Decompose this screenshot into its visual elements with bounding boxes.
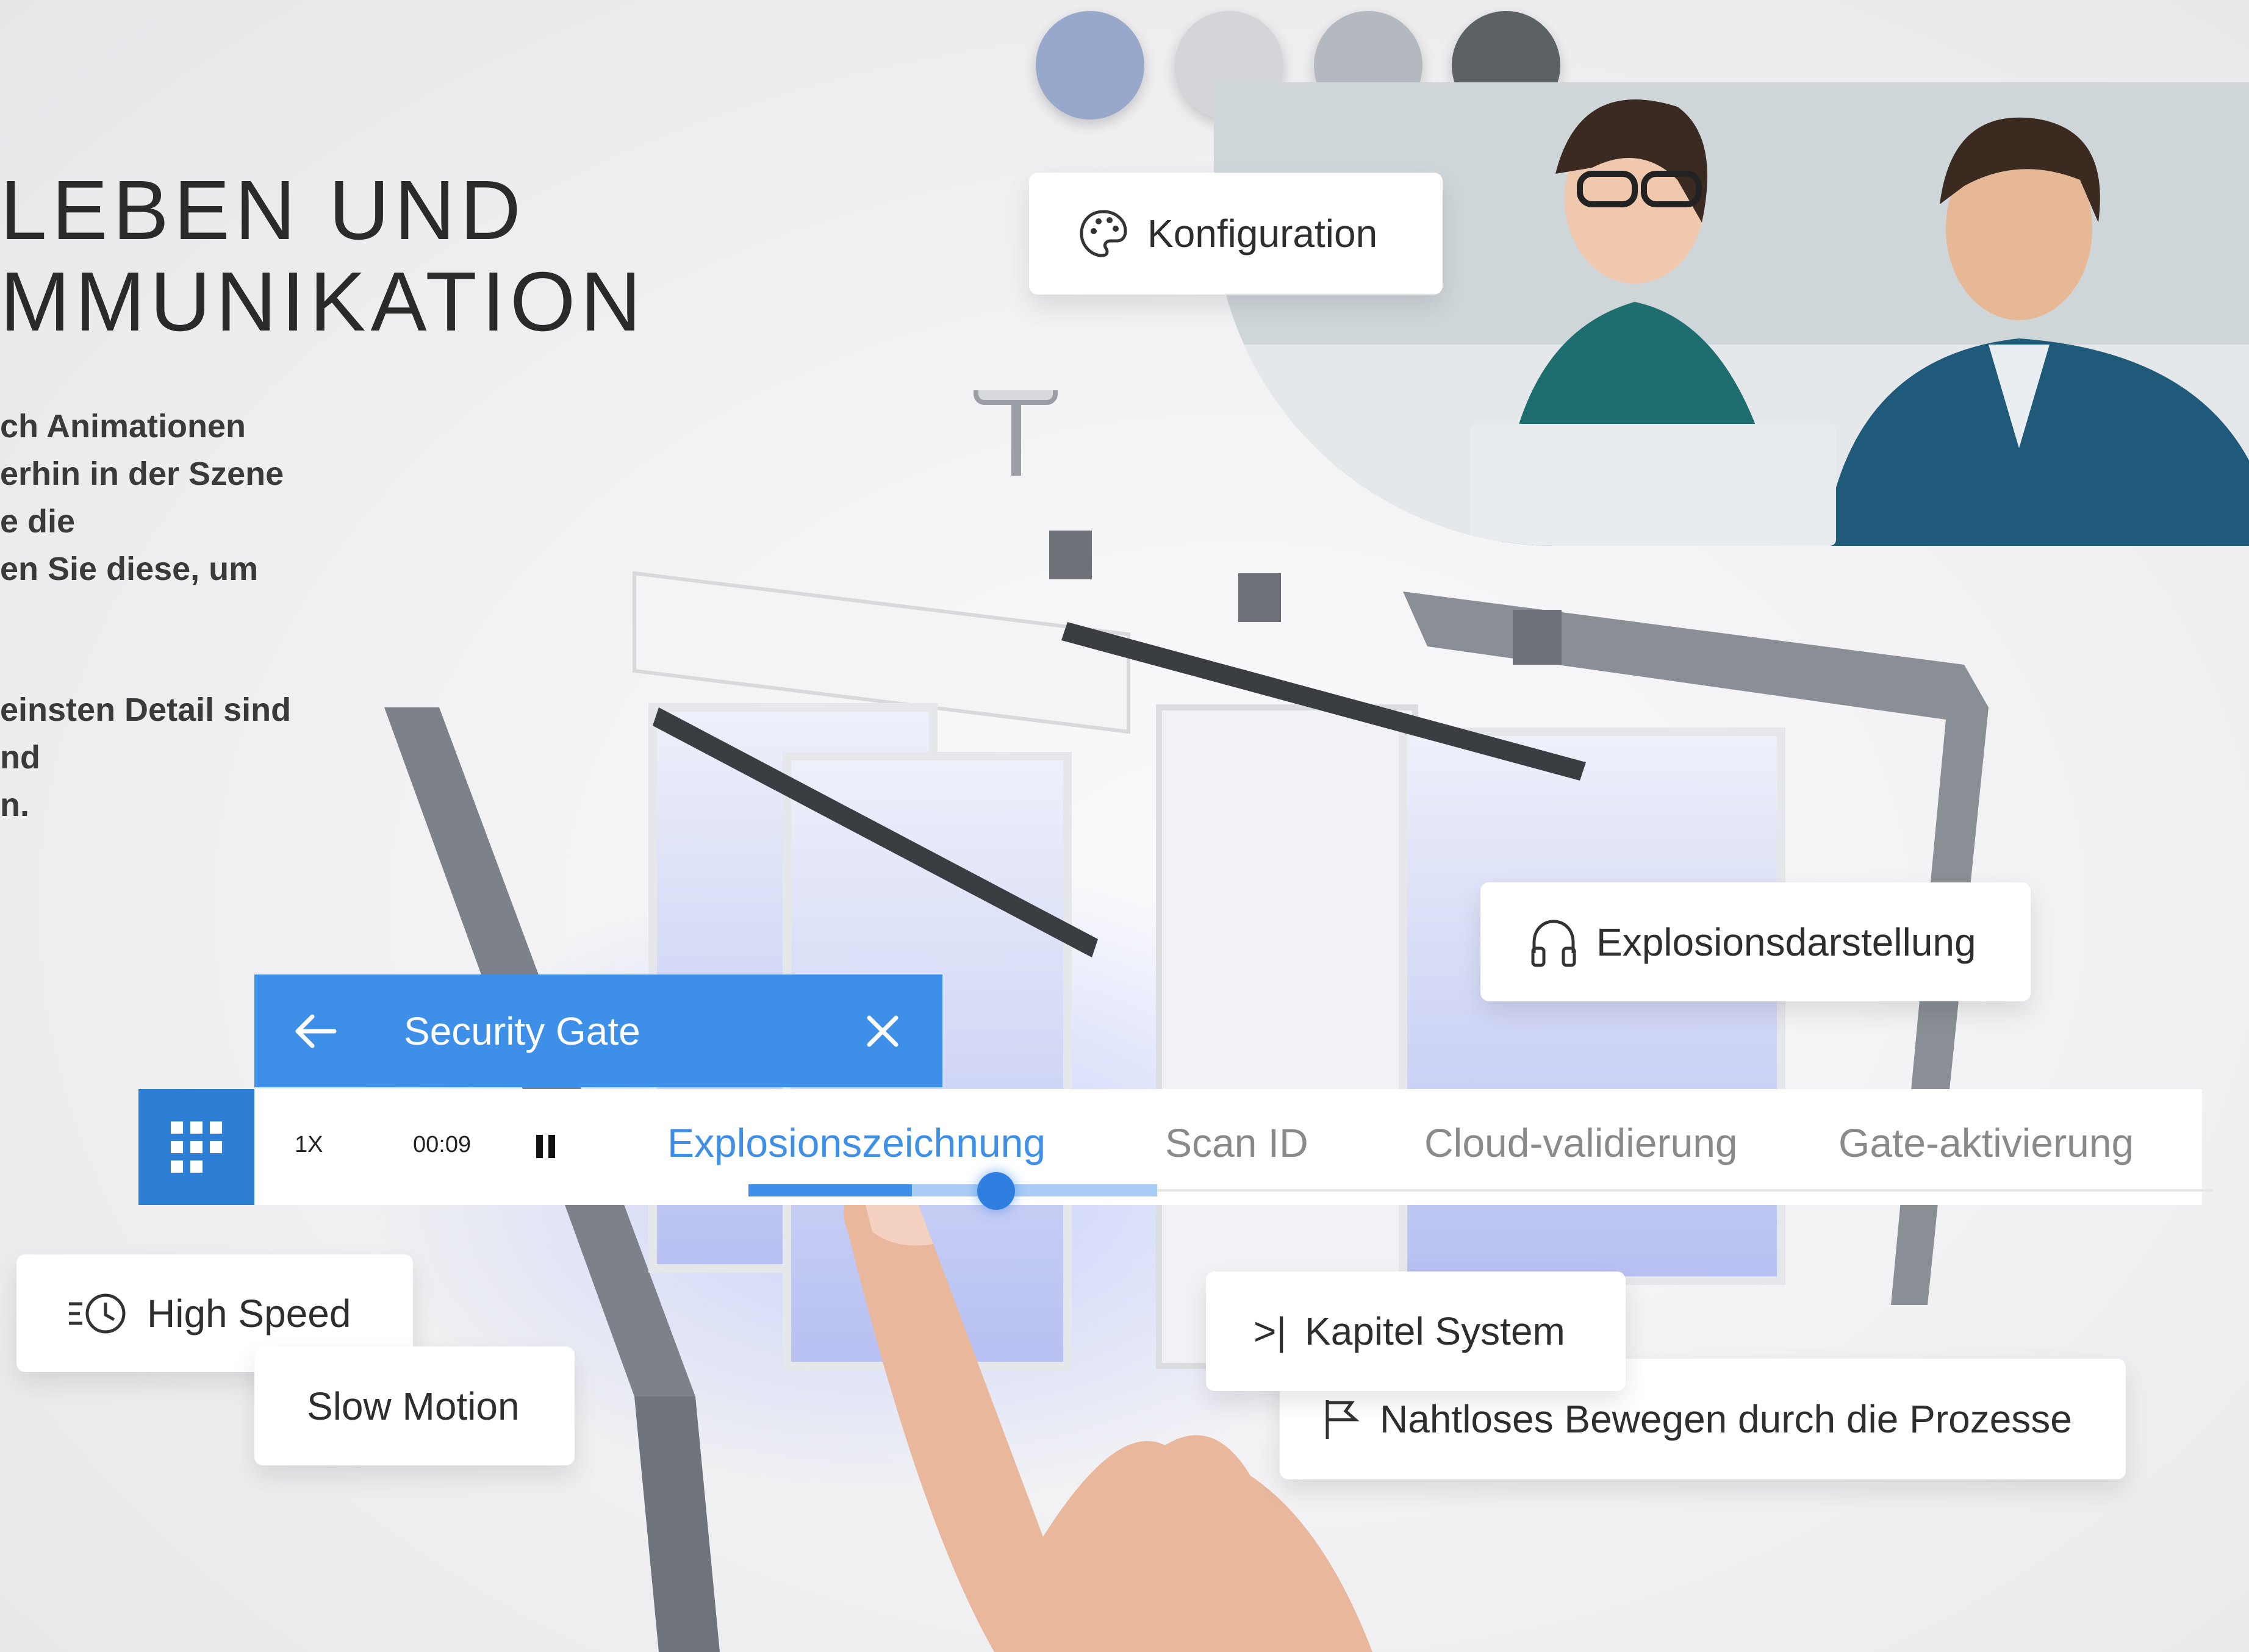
- explosionsdarstellung-card[interactable]: Explosionsdarstellung: [1480, 882, 2031, 1001]
- palette-icon: [1078, 208, 1129, 259]
- paragraph-line: en Sie diese, um: [0, 551, 259, 587]
- paragraph-1: ch Animationen erhin in der Szene e die …: [0, 402, 284, 593]
- paragraph-2: einsten Detail sind nd n.: [0, 686, 291, 829]
- pause-icon[interactable]: [536, 1135, 556, 1158]
- flag-icon: [1322, 1398, 1361, 1440]
- paragraph-line: e die: [0, 503, 76, 540]
- tab-gate-aktivierung[interactable]: Gate-aktivierung: [1838, 1120, 2134, 1166]
- back-arrow-icon[interactable]: [294, 1013, 337, 1049]
- progress-fill: [748, 1184, 912, 1196]
- color-swatch-blue[interactable]: [1036, 11, 1144, 120]
- konfiguration-label: Konfiguration: [1147, 212, 1378, 256]
- tab-scan-id[interactable]: Scan ID: [1165, 1120, 1308, 1166]
- speed-selector[interactable]: 1X: [295, 1132, 323, 1158]
- progress-handle[interactable]: [977, 1172, 1015, 1210]
- heading-line-1: LEBEN UND: [0, 163, 526, 257]
- speed-history-icon: [68, 1289, 129, 1338]
- high-speed-label: High Speed: [147, 1291, 351, 1336]
- heading-line-2: MMUNIKATION: [0, 255, 647, 349]
- scene: LEBEN UND MMUNIKATION ch Animationen erh…: [0, 0, 2249, 1652]
- close-icon[interactable]: [866, 1014, 900, 1048]
- toolbar-content: 1X 00:09 Explosionszeichnung Scan ID Clo…: [254, 1089, 2212, 1210]
- slow-motion-card[interactable]: Slow Motion: [254, 1346, 575, 1465]
- kapitel-system-card[interactable]: >| Kapitel System: [1206, 1271, 1626, 1391]
- paragraph-line: n.: [0, 787, 29, 823]
- kapitel-system-label: Kapitel System: [1305, 1309, 1565, 1353]
- paragraph-line: einsten Detail sind: [0, 692, 292, 728]
- time-display: 00:09: [413, 1132, 472, 1157]
- paragraph-line: ch Animationen: [0, 408, 246, 445]
- paragraph-line: erhin in der Szene: [0, 456, 284, 492]
- player-header: Security Gate: [254, 974, 942, 1087]
- tab-cloud-validierung[interactable]: Cloud-validierung: [1424, 1120, 1738, 1166]
- slow-motion-label: Slow Motion: [307, 1384, 520, 1428]
- skip-to-icon: >|: [1254, 1309, 1286, 1353]
- tab-explosionszeichnung[interactable]: Explosionszeichnung: [667, 1120, 1046, 1166]
- paragraph-line: nd: [0, 739, 40, 776]
- grid-icon: [171, 1121, 222, 1173]
- chapter-grid-button[interactable]: [138, 1089, 254, 1205]
- player-title: Security Gate: [404, 1009, 640, 1053]
- nahtloses-label: Nahtloses Bewegen durch die Prozesse: [1380, 1397, 2072, 1441]
- headphones-icon: [1529, 917, 1578, 968]
- page-heading: LEBEN UND MMUNIKATION: [0, 165, 646, 348]
- player-toolbar: 1X 00:09 Explosionszeichnung Scan ID Clo…: [138, 1089, 2212, 1210]
- konfiguration-card[interactable]: Konfiguration: [1029, 173, 1443, 295]
- explosionsdarstellung-label: Explosionsdarstellung: [1596, 920, 1976, 964]
